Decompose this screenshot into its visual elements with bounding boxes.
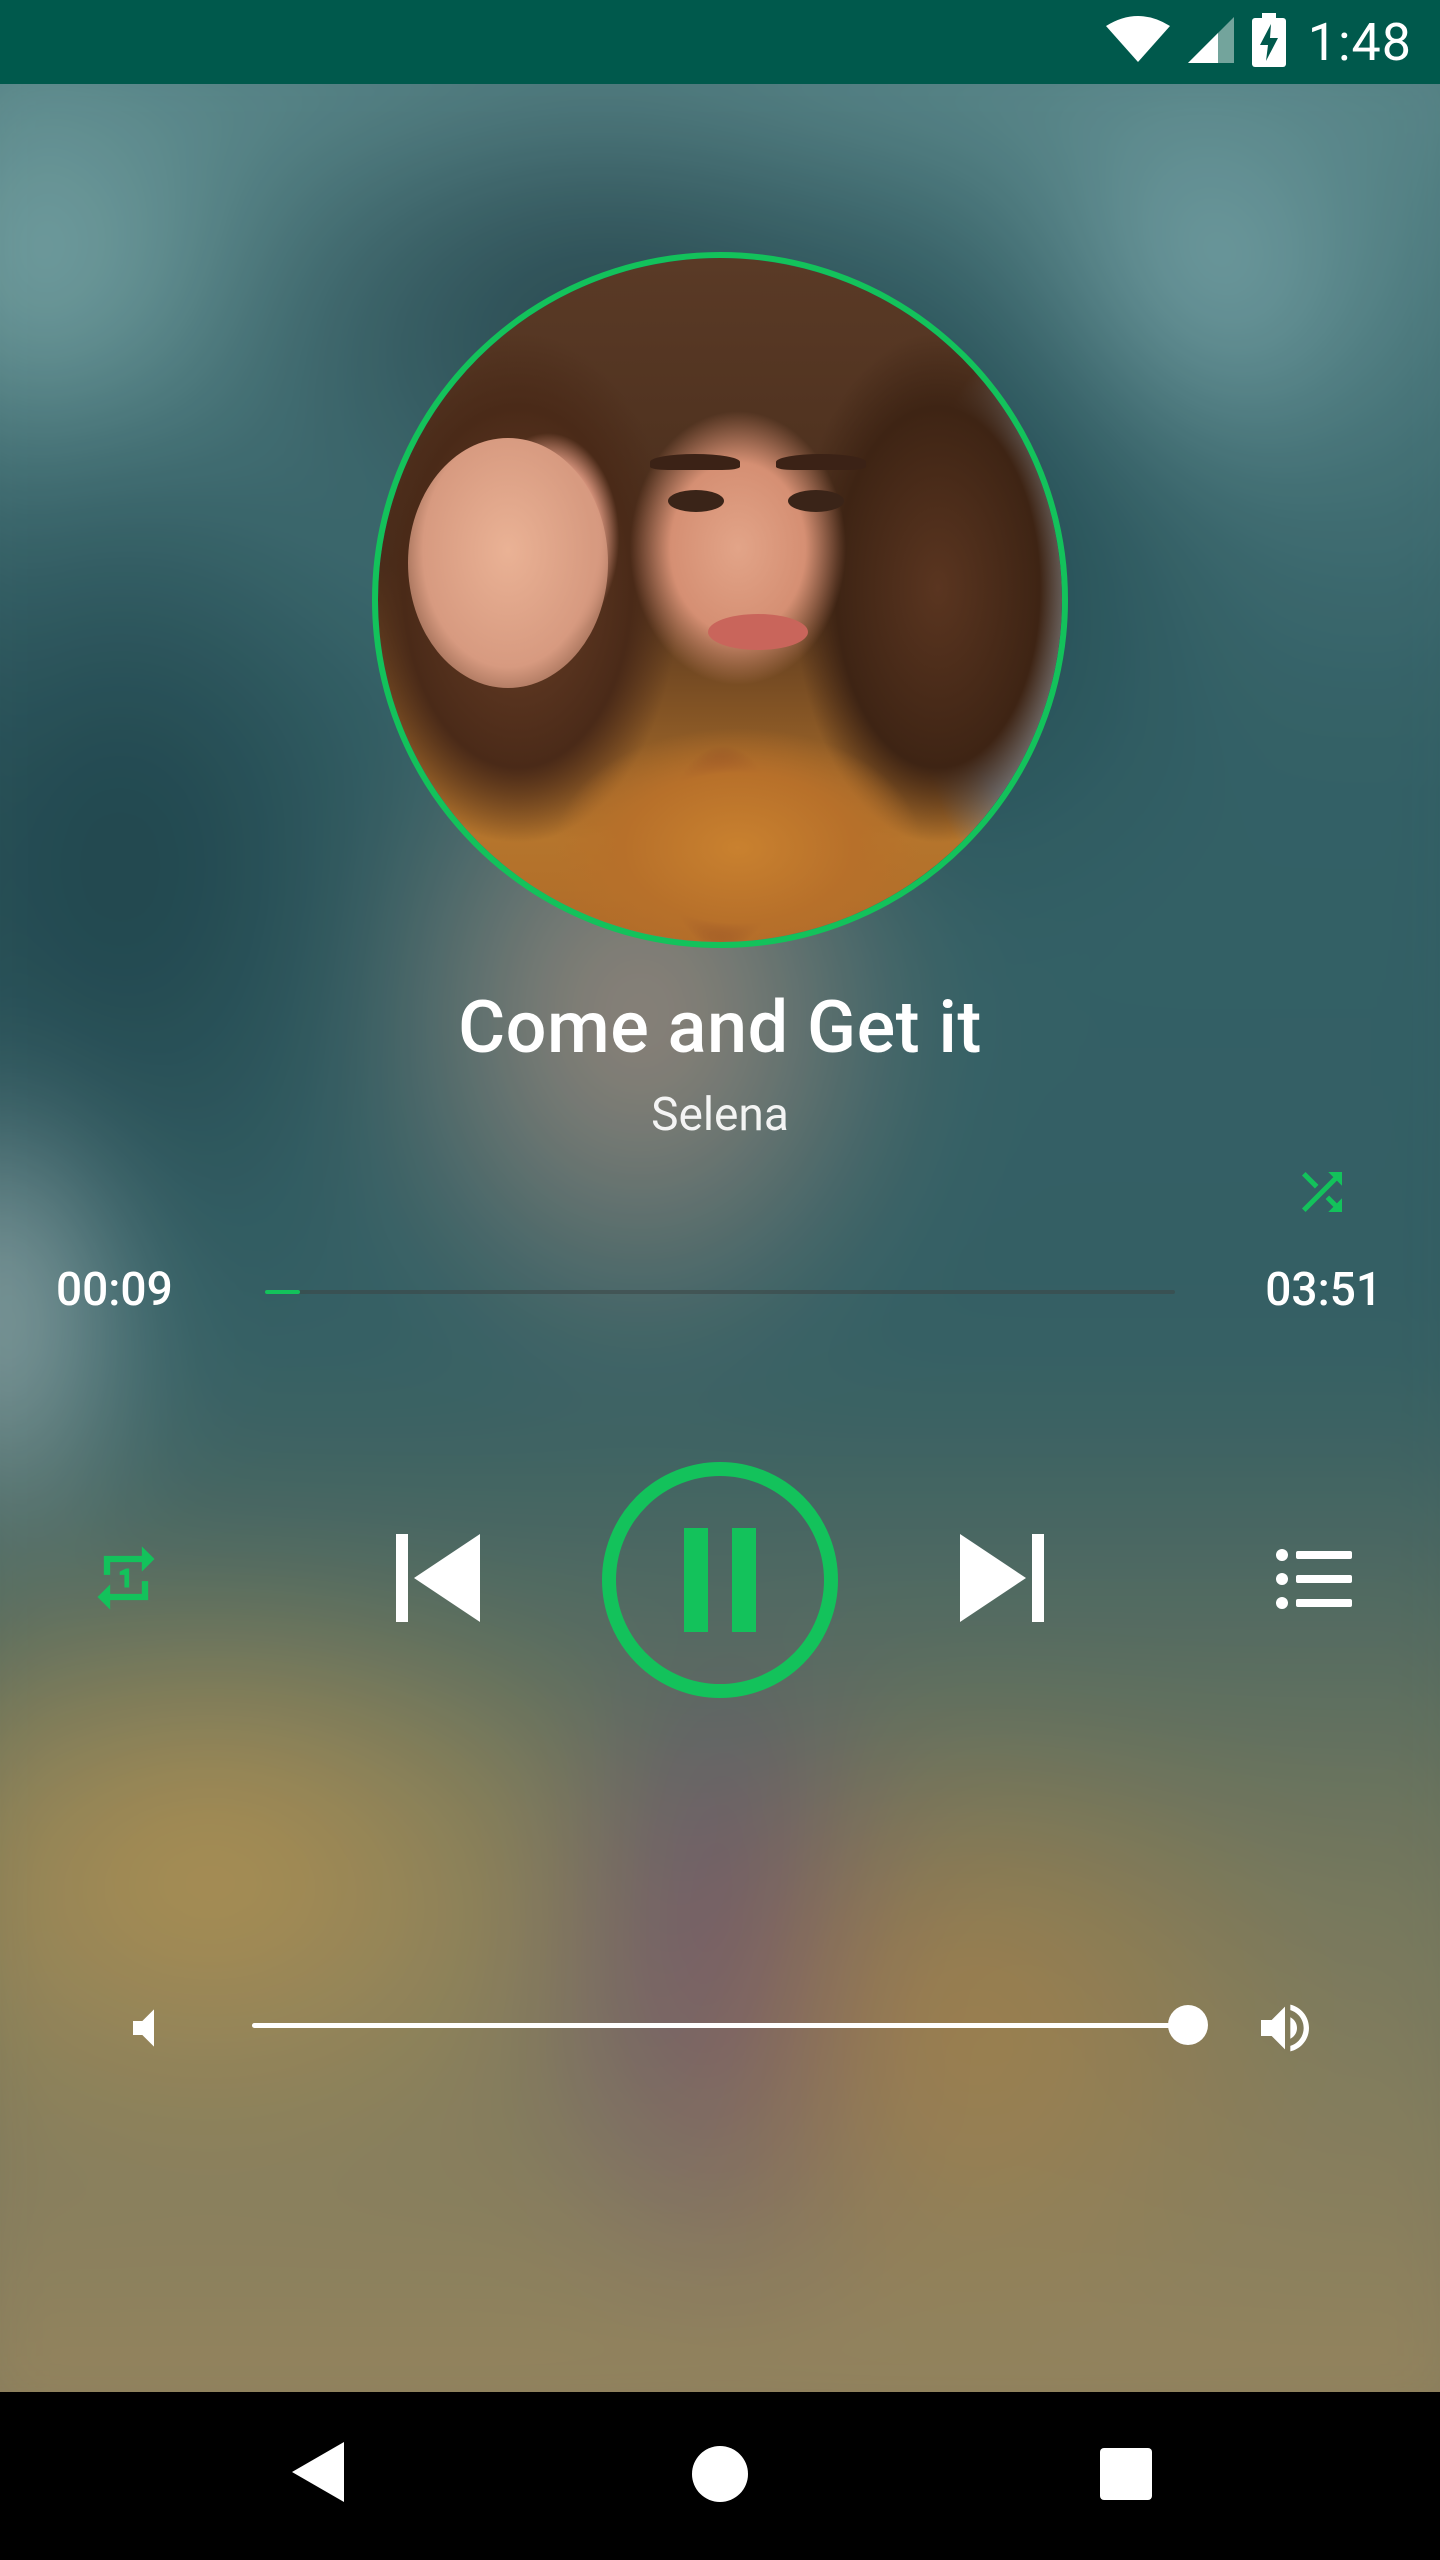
elapsed-time: 00:09 [56,1263,173,1317]
pause-icon [684,1528,756,1632]
previous-icon [396,1534,480,1622]
home-icon [692,2446,748,2502]
volume-high-icon [1250,1996,1320,2060]
volume-low-icon [126,2000,182,2056]
status-time: 1:48 [1307,11,1412,73]
nav-home-button[interactable] [680,2434,760,2514]
queue-button[interactable] [1276,1544,1352,1614]
shuffle-icon [1302,1172,1342,1212]
next-button[interactable] [956,1528,1048,1628]
pause-button[interactable] [602,1462,838,1698]
repeat-button[interactable] [88,1540,164,1616]
queue-icon [1276,1549,1352,1609]
battery-charging-icon [1251,13,1286,71]
nav-recents-button[interactable] [1086,2434,1166,2514]
seek-bar-progress [265,1290,301,1294]
navigation-bar [0,2392,1440,2560]
nav-back-button[interactable] [280,2434,356,2510]
repeat-one-icon [97,1546,155,1610]
status-bar: 1:48 [0,0,1440,84]
previous-button[interactable] [392,1528,484,1628]
cell-signal-icon [1186,15,1236,69]
next-icon [960,1534,1044,1622]
back-icon [292,2442,344,2502]
shuffle-button[interactable] [1290,1160,1354,1224]
volume-slider[interactable] [252,2005,1208,2045]
album-art [372,252,1068,948]
volume-slider-fill [252,2023,1188,2028]
recents-icon [1100,2448,1152,2500]
track-artist: Selena [651,1088,789,1142]
seek-bar[interactable] [265,1290,1175,1294]
status-icons [1105,13,1286,71]
total-time: 03:51 [1265,1263,1382,1317]
volume-slider-thumb[interactable] [1168,2005,1208,2045]
album-photo [378,258,1062,942]
wifi-icon [1105,16,1170,68]
track-title: Come and Get it [458,985,982,1070]
